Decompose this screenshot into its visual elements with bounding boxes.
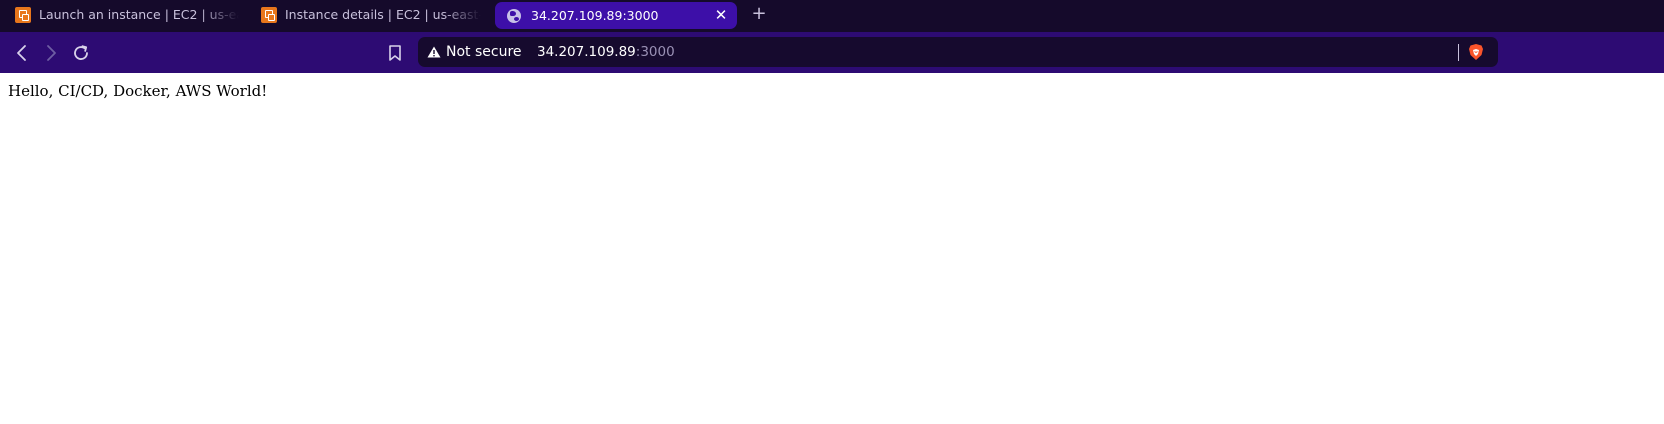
tab-title: 34.207.109.89:3000 [531, 8, 659, 23]
warning-icon [427, 46, 441, 58]
back-button[interactable] [11, 42, 33, 64]
reload-button[interactable] [70, 42, 92, 64]
bookmark-icon [389, 45, 401, 61]
chevron-left-icon [17, 45, 26, 61]
brave-shields-icon[interactable] [1467, 43, 1485, 61]
tab-launch-instance[interactable]: Launch an instance | EC2 | us-east-1 [15, 0, 239, 29]
page-content: Hello, CI/CD, Docker, AWS World! [0, 73, 1664, 424]
url-text[interactable]: 34.207.109.89:3000 [537, 44, 675, 61]
aws-ec2-icon [15, 6, 31, 23]
forward-button[interactable] [40, 42, 62, 64]
address-bar[interactable]: Not secure 34.207.109.89:3000 [418, 37, 1498, 67]
url-port: :3000 [635, 44, 675, 60]
chevron-right-icon [47, 45, 56, 61]
url-host: 34.207.109.89 [537, 44, 636, 60]
tab-strip: Launch an instance | EC2 | us-east-1 Ins… [0, 0, 1664, 32]
page-body-text: Hello, CI/CD, Docker, AWS World! [8, 82, 268, 100]
browser-toolbar: Not secure 34.207.109.89:3000 [0, 32, 1664, 73]
close-tab-icon[interactable]: ✕ [713, 7, 729, 23]
security-status[interactable]: Not secure [446, 43, 522, 61]
tab-title: Instance details | EC2 | us-east-1 [285, 7, 481, 22]
tab-active-site[interactable]: 34.207.109.89:3000 ✕ [495, 2, 737, 29]
bookmark-button[interactable] [384, 42, 406, 64]
globe-icon [507, 8, 521, 23]
omnibox-divider [1458, 44, 1459, 61]
tab-title: Launch an instance | EC2 | us-east-1 [39, 7, 239, 22]
aws-ec2-icon [261, 6, 277, 23]
tab-instance-details[interactable]: Instance details | EC2 | us-east-1 [261, 0, 481, 29]
new-tab-button[interactable]: + [750, 4, 768, 24]
reload-icon [74, 45, 88, 60]
